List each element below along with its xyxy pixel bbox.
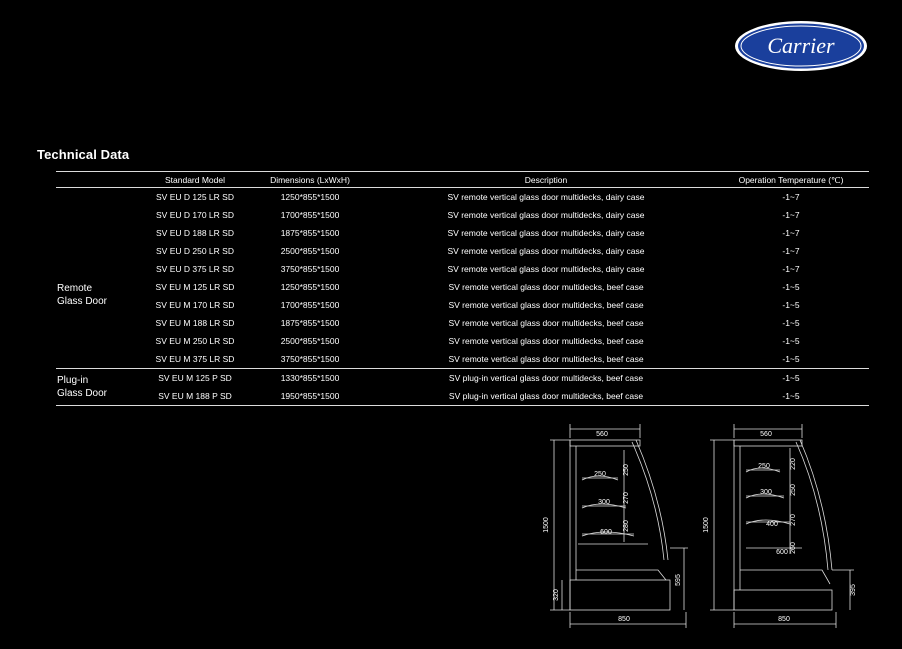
table-row: SV EU D 125 LR SD 1250*855*1500 SV remote … [56, 188, 869, 206]
header-standard-model: Standard Model [164, 175, 225, 185]
cell-dimensions: 1250*855*1500 [280, 282, 340, 292]
table-row: SV EU M 170 LR SD 1700*855*1500 SV remote … [56, 296, 869, 314]
header-dimensions: Dimensions (LxWxH) [270, 175, 350, 185]
table-row: SV EU M 188 P SD 1950*855*1500 SV plug-in … [56, 387, 869, 405]
cell-dimensions: 1875*855*1500 [280, 228, 340, 238]
cell-description: SV remote vertical glass door multidecks… [448, 354, 644, 364]
cell-temperature: -1~7 [782, 228, 800, 238]
technical-data-table: Standard Model Dimensions (LxWxH) Descri… [56, 171, 869, 406]
cell-model: SV EU M 125 LR SD [155, 282, 235, 292]
group-remote-glass-door: Remote Glass Door SV EU D 125 LR SD 1250*… [56, 188, 869, 369]
table-row: SV EU D 188 LR SD 1875*855*1500 SV remote … [56, 224, 869, 242]
table-row: SV EU M 250 LR SD 2500*855*1500 SV remote … [56, 332, 869, 350]
cell-dimensions: 1875*855*1500 [280, 318, 340, 328]
cell-description: SV remote vertical glass door multidecks… [447, 210, 645, 220]
dim-gap-1: 220 [790, 458, 797, 470]
cell-description: SV remote vertical glass door multidecks… [447, 264, 645, 274]
table-row: SV EU D 250 LR SD 2500*855*1500 SV remote … [56, 242, 869, 260]
header-temperature: Operation Temperature (℃) [738, 175, 844, 185]
cell-temperature: -1~7 [782, 264, 800, 274]
dim-gap-3: 270 [790, 514, 797, 526]
table-row: SV EU M 125 P SD 1330*855*1500 SV plug-in … [56, 369, 869, 387]
cell-description: SV plug-in vertical glass door multideck… [448, 391, 644, 401]
dim-base-height: 320 [553, 589, 560, 601]
cell-dimensions: 1250*855*1500 [280, 192, 340, 202]
cell-model: SV EU M 170 LR SD [155, 300, 235, 310]
dim-base-width: 850 [618, 616, 630, 623]
section-title: Technical Data [37, 147, 130, 162]
dim-gap-2: 250 [790, 484, 797, 496]
cell-temperature: -1~5 [782, 300, 800, 310]
cell-model: SV EU D 188 LR SD [156, 228, 234, 238]
cell-description: SV plug-in vertical glass door multideck… [448, 373, 644, 383]
dim-shelf-4: 600 [776, 549, 788, 556]
dim-shelf-2: 300 [760, 489, 772, 496]
dim-top-width: 560 [596, 431, 608, 438]
cell-temperature: -1~5 [782, 373, 800, 383]
group-plug-in-glass-door: Plug-in Glass Door SV EU M 125 P SD 1330*… [56, 369, 869, 406]
cell-description: SV remote vertical glass door multidecks… [448, 336, 644, 346]
dim-front-height: 395 [850, 584, 857, 596]
cell-description: SV remote vertical glass door multidecks… [448, 318, 644, 328]
cell-temperature: -1~5 [782, 336, 800, 346]
table-row: SV EU D 375 LR SD 3750*855*1500 SV remote … [56, 260, 869, 278]
cell-temperature: -1~7 [782, 210, 800, 220]
carrier-logo: Carrier [734, 20, 868, 72]
dim-gap-4: 260 [790, 542, 797, 554]
cell-model: SV EU M 188 LR SD [155, 318, 235, 328]
cell-dimensions: 3750*855*1500 [280, 354, 340, 364]
dim-height: 1500 [543, 517, 550, 533]
table-row: SV EU D 170 LR SD 1700*855*1500 SV remote … [56, 206, 869, 224]
cross-section-diagram-plug-in: 560 1500 250 300 400 600 220 250 270 260… [698, 420, 862, 632]
cell-description: SV remote vertical glass door multidecks… [447, 246, 645, 256]
cell-temperature: -1~5 [782, 354, 800, 364]
cell-dimensions: 2500*855*1500 [280, 336, 340, 346]
cell-description: SV remote vertical glass door multidecks… [447, 228, 645, 238]
dim-shelf-1: 250 [594, 471, 606, 478]
cell-dimensions: 3750*855*1500 [280, 264, 340, 274]
table-row: SV EU M 375 LR SD 3750*855*1500 SV remote … [56, 350, 869, 368]
cell-model: SV EU M 125 P SD [158, 373, 232, 383]
cell-temperature: -1~7 [782, 246, 800, 256]
cell-dimensions: 1330*855*1500 [280, 373, 340, 383]
cell-temperature: -1~5 [782, 282, 800, 292]
cell-dimensions: 2500*855*1500 [280, 246, 340, 256]
cell-dimensions: 1950*855*1500 [280, 391, 340, 401]
dim-gap-3: 280 [623, 520, 630, 532]
cell-dimensions: 1700*855*1500 [280, 300, 340, 310]
dim-height: 1500 [703, 517, 710, 533]
dim-gap-1: 250 [623, 464, 630, 476]
cell-description: SV remote vertical glass door multidecks… [448, 282, 644, 292]
cell-temperature: -1~5 [782, 391, 800, 401]
cell-model: SV EU D 250 LR SD [156, 246, 234, 256]
cell-model: SV EU D 170 LR SD [156, 210, 234, 220]
cell-model: SV EU D 375 LR SD [156, 264, 234, 274]
dim-shelf-3: 400 [766, 521, 778, 528]
dim-base-width: 850 [778, 616, 790, 623]
table-row: SV EU M 125 LR SD 1250*855*1500 SV remote … [56, 278, 869, 296]
dim-top-width: 560 [760, 431, 772, 438]
cross-section-diagram-remote: 560 1500 250 300 600 250 270 280 595 320… [538, 420, 698, 632]
dim-shelf-1: 250 [758, 463, 770, 470]
cell-temperature: -1~7 [782, 192, 800, 202]
dim-shelf-3: 600 [600, 529, 612, 536]
cell-description: SV remote vertical glass door multidecks… [448, 300, 644, 310]
cell-model: SV EU M 188 P SD [158, 391, 232, 401]
table-header: Standard Model Dimensions (LxWxH) Descri… [56, 171, 869, 188]
cell-dimensions: 1700*855*1500 [280, 210, 340, 220]
cell-model: SV EU D 125 LR SD [156, 192, 234, 202]
cell-model: SV EU M 375 LR SD [155, 354, 235, 364]
dim-shelf-2: 300 [598, 499, 610, 506]
cell-temperature: -1~5 [782, 318, 800, 328]
table-row: SV EU M 188 LR SD 1875*855*1500 SV remote … [56, 314, 869, 332]
header-description: Description [524, 175, 568, 185]
cell-model: SV EU M 250 LR SD [155, 336, 235, 346]
logo-wordmark: Carrier [767, 33, 835, 58]
dim-gap-2: 270 [623, 492, 630, 504]
dim-front-height: 595 [675, 574, 682, 586]
cell-description: SV remote vertical glass door multidecks… [447, 192, 645, 202]
